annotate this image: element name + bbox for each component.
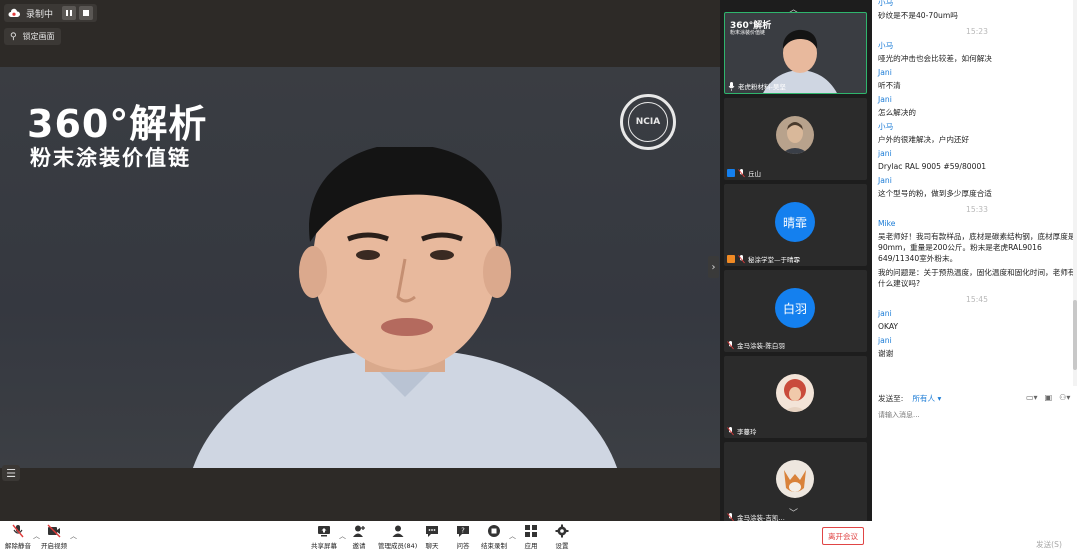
- chat-sender-name: jani: [878, 149, 892, 158]
- speaker-video: 360°解析 粉末涂装价值链 NCIA: [0, 67, 720, 468]
- unmute-button[interactable]: 解除静音: [5, 524, 31, 550]
- participant-tile[interactable]: 白羽 金马涂装-陈白羽: [724, 270, 867, 352]
- chat-message-text: 怎么解决的: [878, 108, 916, 117]
- pin-icon: ⚲: [10, 31, 17, 42]
- share-screen-button[interactable]: 共享屏幕: [311, 524, 337, 550]
- record-options-caret[interactable]: ︿: [509, 531, 516, 541]
- chat-sender-name: 小马: [878, 122, 894, 131]
- chat-message-text: 听不清: [878, 81, 901, 90]
- slide-subtitle: 粉末涂装价值链: [30, 146, 191, 170]
- pause-icon: [66, 10, 73, 16]
- settings-button[interactable]: 设置: [555, 524, 569, 550]
- chat-message-text: 这个型号的粉，做到多少厚度合适: [878, 189, 992, 198]
- end-recording-button[interactable]: 结束录制: [481, 524, 507, 550]
- leave-meeting-button[interactable]: 离开会议: [822, 527, 864, 545]
- avatar: [776, 374, 814, 412]
- members-icon: [392, 525, 404, 537]
- chat-message-text: 我的问题是：关于预热温度，固化温度和固化时间，老师有什么建议吗?: [878, 268, 1076, 288]
- chat-message-text: 谢谢: [878, 349, 894, 358]
- apps-grid-icon: [525, 525, 537, 537]
- chevron-right-icon: ›: [711, 261, 716, 273]
- apps-button[interactable]: 应用: [524, 524, 538, 550]
- stop-recording-button[interactable]: [79, 6, 94, 20]
- chat-timestamp: 15:23: [966, 27, 988, 36]
- slide-title: 360°解析: [27, 102, 208, 146]
- camera-off-icon: [47, 524, 61, 538]
- mic-muted-icon: [738, 254, 745, 263]
- share-options-caret[interactable]: ︿: [339, 531, 346, 541]
- cohost-badge-icon: [727, 255, 735, 263]
- cloud-record-icon: [8, 8, 20, 17]
- host-badge-icon: [727, 169, 735, 177]
- chat-message-list[interactable]: 小马 砂纹是不是40-70um吗 15:23 小马 哑光的冲击也会比较差，如何解决 Jan…: [872, 0, 1080, 380]
- start-video-button[interactable]: 开启视频: [41, 524, 67, 550]
- chat-message-text: OKAY: [878, 322, 899, 331]
- send-to-selector[interactable]: 发送至: 所有人 ▾: [878, 393, 941, 404]
- avatar: 白羽: [775, 288, 815, 328]
- question-icon: ?: [457, 526, 469, 537]
- recording-indicator: 录制中: [4, 4, 98, 22]
- main-video-stage: 360°解析 粉末涂装价值链 NCIA 录制中 ⚲ 锁定画面 ☰ ›: [0, 0, 720, 521]
- speaker-figure: [193, 147, 617, 468]
- chat-timestamp: 15:45: [966, 295, 988, 304]
- chat-button[interactable]: 聊天: [425, 524, 439, 550]
- share-screen-icon: [318, 526, 330, 537]
- participant-gallery: ︿ 360°解析 粉末涂装价值链 老虎粉材料-吴坚 丘山 晴霏 秘涂学堂—于晴霏…: [720, 0, 872, 524]
- participant-tile[interactable]: 李蔓玲: [724, 356, 867, 438]
- chat-icon: [426, 526, 438, 537]
- chat-panel: 小马 砂纹是不是40-70um吗 15:23 小马 哑光的冲击也会比较差，如何解决 Jan…: [872, 0, 1080, 551]
- ncia-logo: NCIA: [620, 94, 676, 150]
- pause-recording-button[interactable]: [62, 6, 77, 20]
- invite-icon: [353, 525, 365, 537]
- send-button[interactable]: 发送(S): [1036, 539, 1062, 550]
- chat-timestamp: 15:33: [966, 205, 988, 214]
- meeting-window: 360°解析 粉末涂装价值链 NCIA 录制中 ⚲ 锁定画面 ☰ › ︿ 360…: [0, 0, 1080, 551]
- chat-message-text: 户外的很难解决，户内还好: [878, 135, 970, 144]
- mic-on-icon: [728, 81, 735, 91]
- meeting-toolbar: 解除静音 ︿ 开启视频 ︿ 共享屏幕 ︿ 邀请 管理成员(84) 聊天 ? 问答: [0, 521, 872, 551]
- chevron-down-icon[interactable]: ﹀: [789, 506, 798, 519]
- invite-button[interactable]: 邀请: [352, 524, 366, 550]
- chat-message-text: 哑光的冲击也会比较差，如何解决: [878, 54, 992, 63]
- chat-scrollbar[interactable]: [1073, 0, 1077, 386]
- chat-message-text: Drylac RAL 9005 #59/80001: [878, 162, 987, 171]
- mic-muted-icon: [727, 340, 734, 349]
- chat-sender-name: jani: [878, 309, 892, 318]
- chat-sender-name: Jani: [878, 95, 892, 104]
- manage-members-button[interactable]: 管理成员(84): [378, 524, 417, 550]
- chat-sender-name: Jani: [878, 68, 892, 77]
- stop-icon: [83, 10, 90, 16]
- mic-muted-icon: [727, 426, 734, 435]
- participant-tile[interactable]: 丘山: [724, 98, 867, 180]
- screenshot-icon[interactable]: ▣: [1045, 393, 1053, 402]
- record-stop-icon: [488, 525, 500, 537]
- collapse-gallery-button[interactable]: ›: [708, 256, 719, 278]
- file-icon[interactable]: ▭▾: [1026, 393, 1038, 402]
- avatar: [776, 460, 814, 498]
- send-to-value[interactable]: 所有人 ▾: [912, 393, 941, 404]
- avatar: 晴霏: [775, 202, 815, 242]
- list-icon: ☰: [6, 466, 16, 480]
- svg-text:?: ?: [461, 527, 465, 535]
- layout-list-button[interactable]: ☰: [2, 465, 20, 481]
- chat-message-text: 砂纹是不是40-70um吗: [878, 11, 958, 20]
- chat-sender-name: Mike: [878, 219, 896, 228]
- video-options-caret[interactable]: ︿: [70, 531, 77, 541]
- user-icon[interactable]: ⚇▾: [1059, 393, 1070, 402]
- chat-message-text: 吴老师好！我司有款样品，底材是碳素结构钢，底材厚度是90mm，重量是200公斤。…: [878, 232, 1076, 263]
- chat-sender-name: 小马: [878, 0, 894, 7]
- participant-tile[interactable]: 360°解析 粉末涂装价值链 老虎粉材料-吴坚: [724, 12, 867, 94]
- audio-options-caret[interactable]: ︿: [33, 531, 40, 541]
- participant-tile[interactable]: 晴霏 秘涂学堂—于晴霏: [724, 184, 867, 266]
- mic-muted-icon: [738, 168, 745, 177]
- lock-view-button[interactable]: ⚲ 锁定画面: [4, 28, 61, 45]
- gear-icon: [555, 524, 569, 538]
- chat-input[interactable]: [878, 408, 1070, 422]
- chat-sender-name: 小马: [878, 41, 894, 50]
- avatar: [776, 116, 814, 154]
- chat-sender-name: jani: [878, 336, 892, 345]
- mic-muted-icon: [12, 524, 24, 538]
- chat-sender-name: Jani: [878, 176, 892, 185]
- qa-button[interactable]: ? 问答: [456, 524, 470, 550]
